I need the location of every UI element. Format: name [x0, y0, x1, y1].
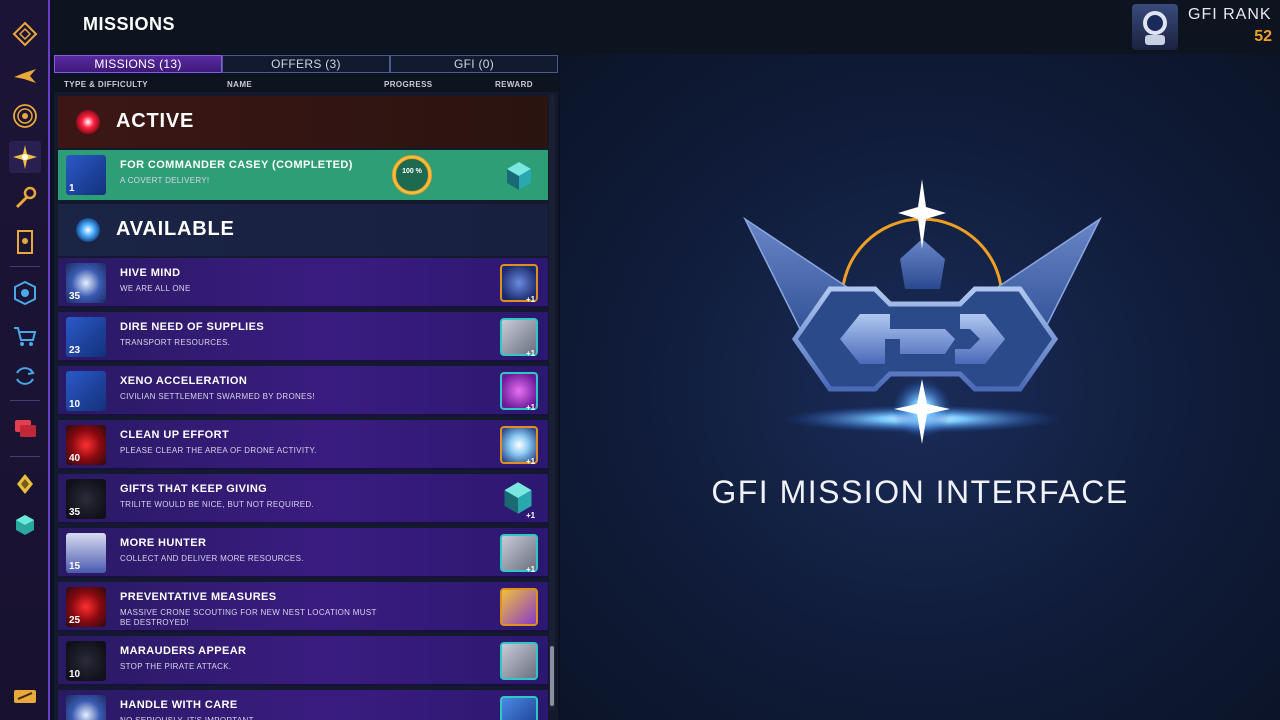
mission-name: HIVE MIND: [120, 267, 181, 279]
mission-row[interactable]: 25 PREVENTATIVE MEASURES MASSIVE CRONE SCO…: [58, 582, 548, 632]
mission-name: DIRE NEED OF SUPPLIES: [120, 321, 265, 333]
mission-name: PREVENTATIVE MEASURES: [120, 591, 277, 603]
active-mission-row[interactable]: 1 FOR COMMANDER CASEY (COMPLETED) A COVE…: [58, 150, 548, 200]
progress-percent: 100 %: [402, 168, 422, 175]
mission-card-icon[interactable]: [9, 226, 41, 258]
section-active: ACTIVE: [58, 96, 548, 148]
mission-desc: MASSIVE CRONE SCOUTING FOR NEW NEST LOCA…: [120, 608, 377, 627]
tab-gfi[interactable]: GFI (0): [390, 55, 558, 73]
reward-extra-count: +1: [526, 457, 536, 466]
section-available: AVAILABLE: [58, 204, 548, 256]
home-diamond-icon[interactable]: [9, 18, 41, 50]
mission-desc: TRANSPORT RESOURCES.: [120, 338, 231, 347]
mission-row[interactable]: 40 CLEAN UP EFFORT PLEASE CLEAR THE AREA O…: [58, 420, 548, 470]
trilite-icon[interactable]: [9, 509, 41, 541]
mission-tabs: MISSIONS (13) OFFERS (3) GFI (0): [54, 55, 558, 73]
mission-row[interactable]: 35 HIVE MIND WE ARE ALL ONE +1: [58, 258, 548, 308]
mission-name: GIFTS THAT KEEP GIVING: [120, 483, 268, 495]
chat-icon[interactable]: [9, 413, 41, 445]
exchange-icon[interactable]: [9, 360, 41, 392]
mission-level: 10: [69, 669, 81, 680]
rank-value: 52: [1254, 28, 1272, 45]
hive-drone-icon: [66, 695, 106, 720]
sidebar-nav: [0, 0, 50, 720]
tab-missions[interactable]: MISSIONS (13): [54, 55, 222, 73]
mission-level: 35: [69, 507, 81, 518]
column-reward: REWARD: [495, 80, 533, 89]
mission-detail-panel: GFI MISSION INTERFACE: [560, 54, 1280, 720]
reward-extra-count: +1: [526, 511, 536, 520]
reward-extra-count: +1: [526, 295, 536, 304]
mission-desc: STOP THE PIRATE ATTACK.: [120, 662, 232, 671]
cargo-crate-icon[interactable]: [500, 642, 538, 680]
reward-extra-count: +1: [526, 349, 536, 358]
mission-level: 23: [69, 345, 81, 356]
gfi-hex-icon[interactable]: [9, 277, 41, 309]
reward-extra-count: +1: [526, 403, 536, 412]
mission-desc: COLLECT AND DELIVER MORE RESOURCES.: [120, 554, 304, 563]
ship-icon[interactable]: [9, 60, 41, 92]
mission-name: HANDLE WITH CARE: [120, 699, 238, 711]
progress-ring: [392, 155, 432, 195]
tab-offers[interactable]: OFFERS (3): [222, 55, 390, 73]
gfi-emblem-logo: [743, 179, 1102, 444]
mission-name: XENO ACCELERATION: [120, 375, 248, 387]
mission-desc: A COVERT DELIVERY!: [120, 176, 210, 185]
column-type: TYPE & DIFFICULTY: [64, 80, 148, 89]
mission-name: FOR COMMANDER CASEY (COMPLETED): [120, 159, 353, 171]
mission-level: 40: [69, 453, 81, 464]
section-available-label: AVAILABLE: [116, 218, 235, 240]
rank-label: GFI RANK: [1188, 6, 1272, 23]
mission-row[interactable]: 10 XENO ACCELERATION CIVILIAN SETTLEMENT S…: [58, 366, 548, 416]
mission-row[interactable]: HANDLE WITH CARE NO SERIOUSLY, IT'S IMPOR…: [58, 690, 548, 720]
scrollbar-track[interactable]: [549, 94, 555, 710]
trilite-crystal-icon: [507, 162, 531, 190]
mission-row[interactable]: 10 MARAUDERS APPEAR STOP THE PIRATE ATTACK…: [58, 636, 548, 686]
active-indicator-icon: [76, 110, 100, 134]
weapon-icon[interactable]: [500, 588, 538, 626]
burst-star-icon[interactable]: [9, 141, 41, 173]
mission-row[interactable]: 15 MORE HUNTER COLLECT AND DELIVER MORE RE…: [58, 528, 548, 578]
mission-level: 25: [69, 615, 81, 626]
section-active-label: ACTIVE: [116, 110, 195, 132]
cart-icon[interactable]: [9, 320, 41, 352]
scrollbar-thumb[interactable]: [550, 646, 554, 706]
sidebar-divider: [10, 456, 40, 457]
available-indicator-icon: [76, 218, 100, 242]
column-progress: PROGRESS: [384, 80, 433, 89]
avatar[interactable]: [1132, 4, 1178, 50]
mission-name: CLEAN UP EFFORT: [120, 429, 230, 441]
mission-level: 10: [69, 399, 81, 410]
credits-icon[interactable]: [9, 468, 41, 500]
mission-desc: CIVILIAN SETTLEMENT SWARMED BY DRONES!: [120, 392, 315, 401]
column-headers: TYPE & DIFFICULTY NAME PROGRESS REWARD: [54, 76, 558, 92]
mission-level: 35: [69, 291, 81, 302]
mission-name: MORE HUNTER: [120, 537, 207, 549]
sidebar-divider: [10, 400, 40, 401]
mission-desc: TRILITE WOULD BE NICE, BUT NOT REQUIRED.: [120, 500, 314, 509]
target-icon[interactable]: [9, 100, 41, 132]
blue-cube-icon[interactable]: [500, 696, 538, 720]
top-bar: MISSIONS GFI RANK 52: [52, 0, 1280, 54]
mission-list: ACTIVE 1 FOR COMMANDER CASEY (COMPLETED)…: [54, 92, 558, 720]
page-title: MISSIONS: [83, 14, 176, 34]
column-name: NAME: [227, 80, 253, 89]
mission-level: 1: [69, 183, 75, 194]
mission-name: MARAUDERS APPEAR: [120, 645, 247, 657]
sidebar-divider: [10, 266, 40, 267]
mission-desc: NO SERIOUSLY, IT'S IMPORTANT.: [120, 716, 380, 720]
interface-title: GFI MISSION INTERFACE: [711, 474, 1129, 510]
reward-extra-count: +1: [526, 565, 536, 574]
ticket-icon[interactable]: [9, 680, 41, 712]
mission-row[interactable]: 35 GIFTS THAT KEEP GIVING TRILITE WOULD BE…: [58, 474, 548, 524]
mission-desc: PLEASE CLEAR THE AREA OF DRONE ACTIVITY.: [120, 446, 317, 455]
mission-row[interactable]: 23 DIRE NEED OF SUPPLIES TRANSPORT RESOURC…: [58, 312, 548, 362]
wrench-icon[interactable]: [9, 182, 41, 214]
mission-level: 15: [69, 561, 81, 572]
mission-desc: WE ARE ALL ONE: [120, 284, 191, 293]
